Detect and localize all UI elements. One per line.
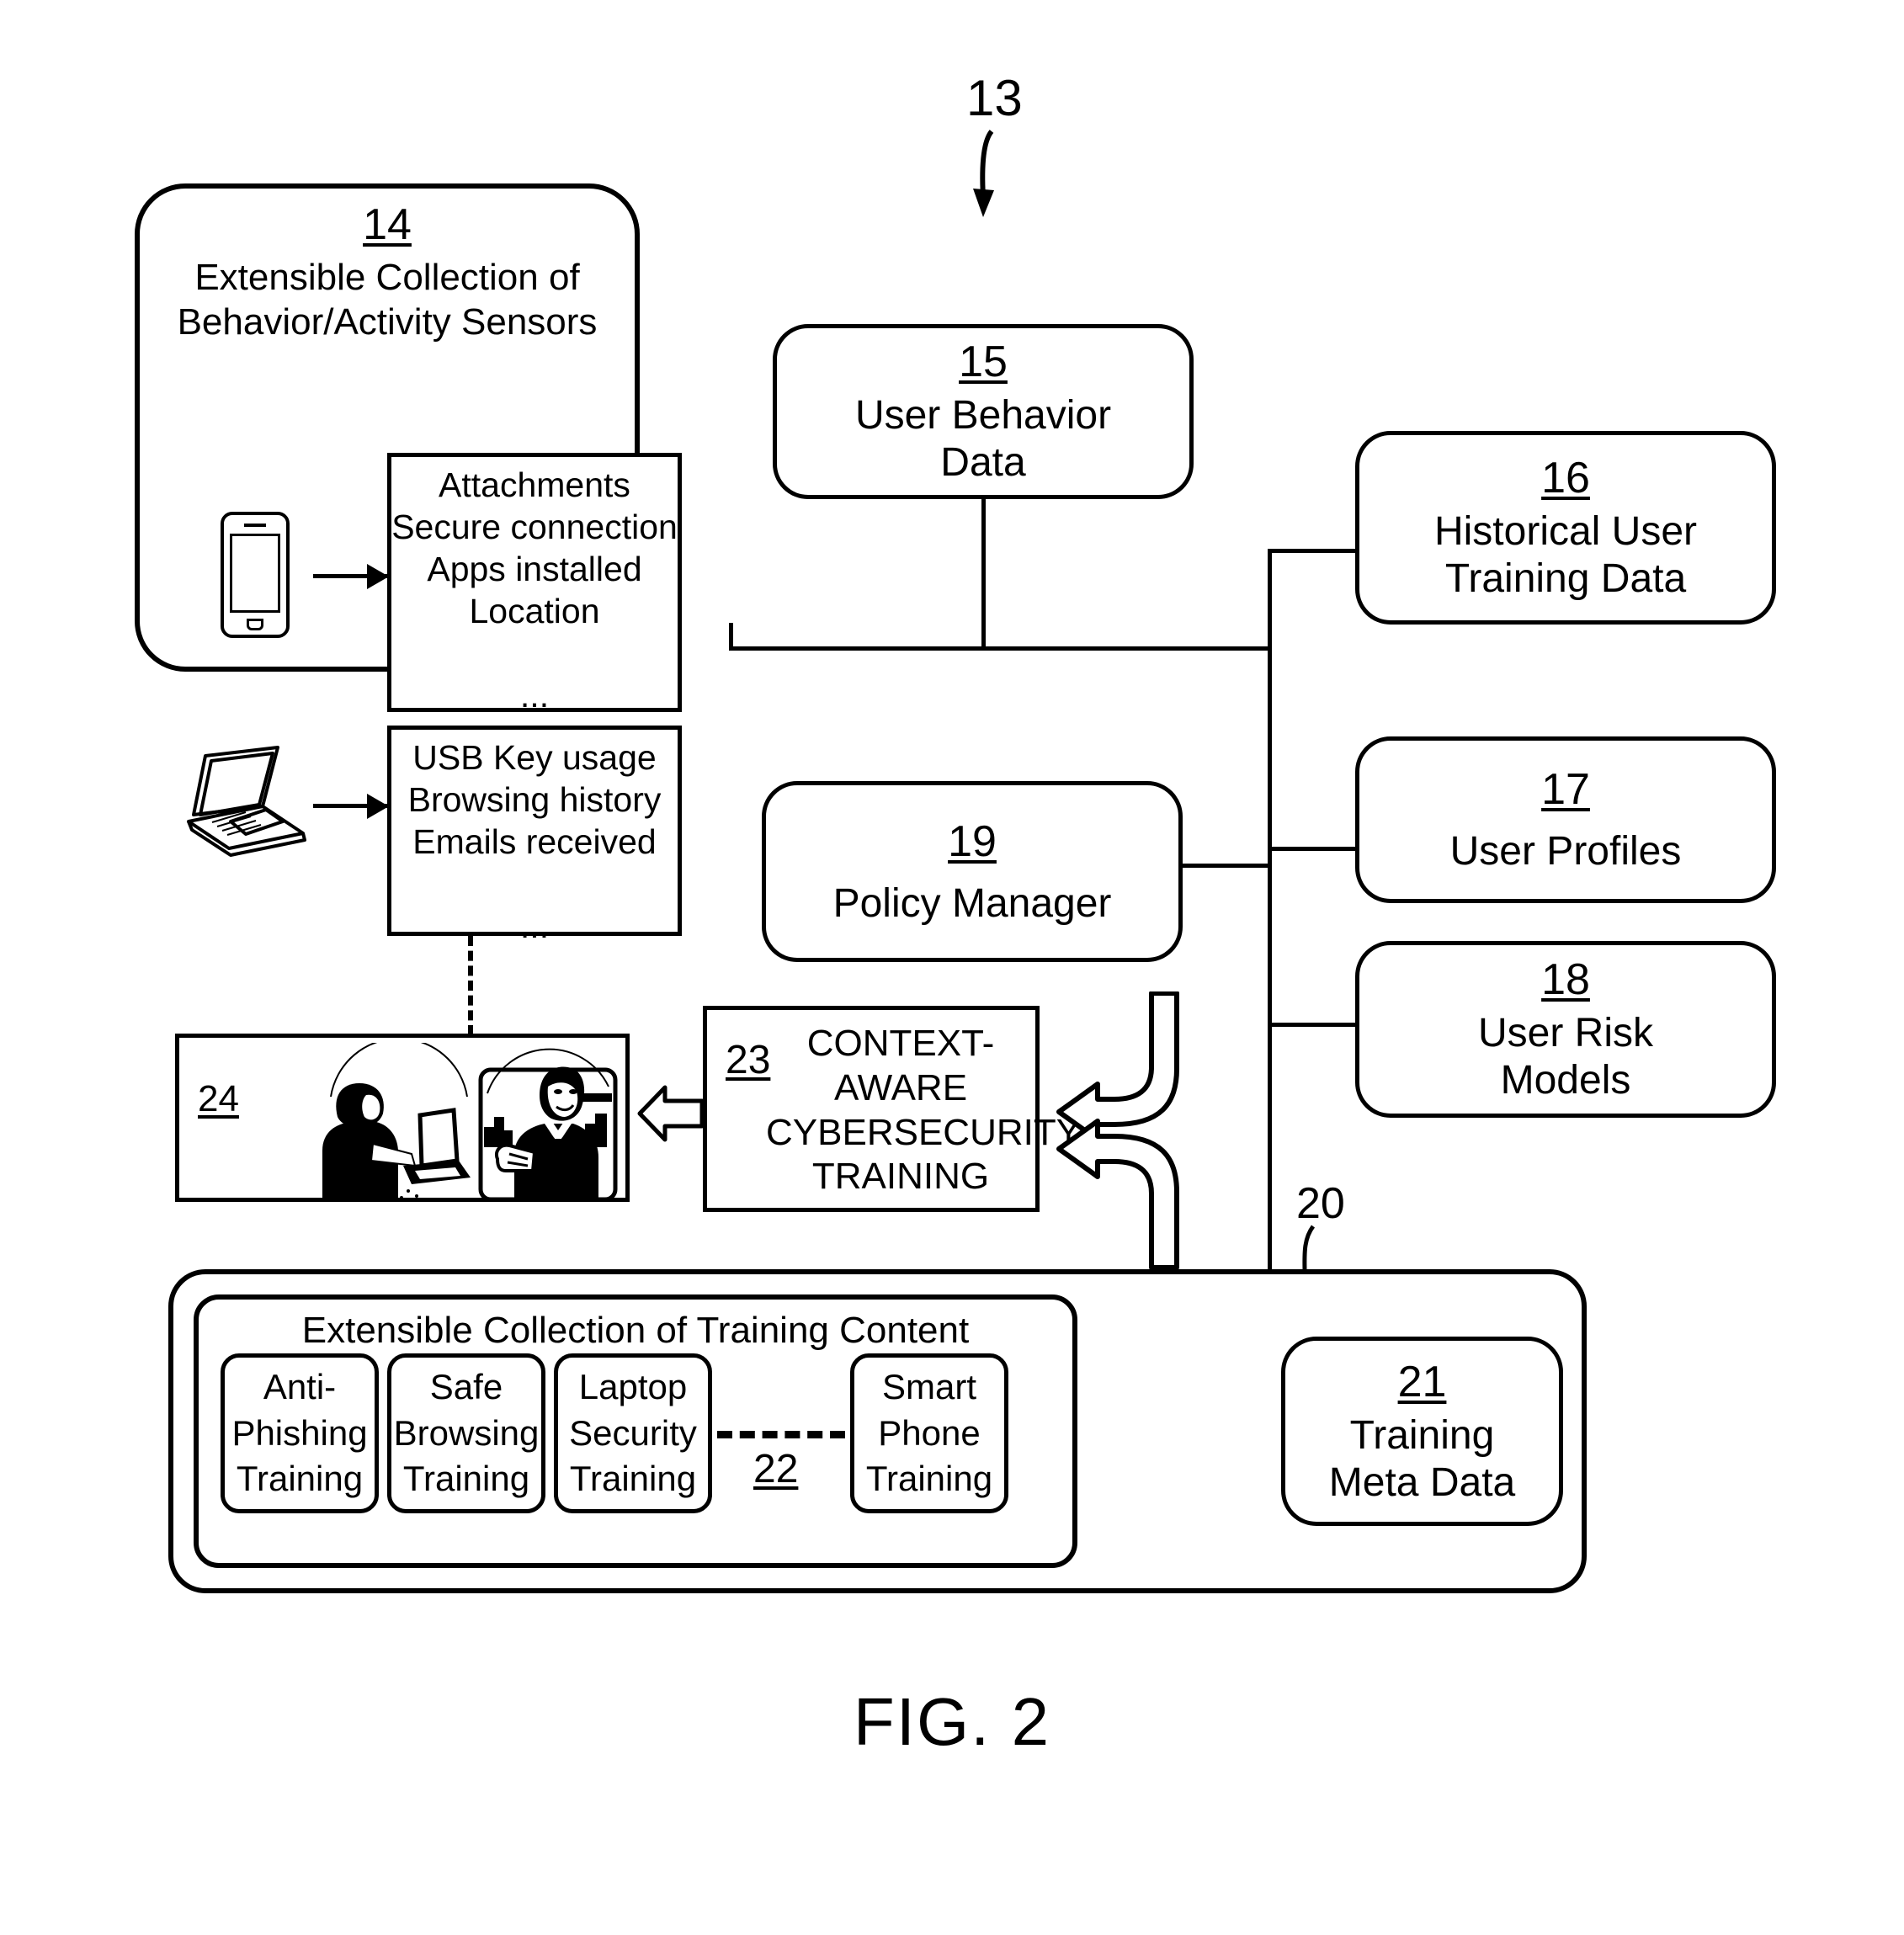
training-module-safe-browsing[interactable]: Safe Browsing Training (387, 1353, 545, 1513)
user-behavior-to-bus-line (981, 499, 986, 649)
bus-to-user-profiles-line (1268, 847, 1360, 851)
smartphone-speaker-icon (244, 524, 266, 527)
bus-to-historical-training-data-line (1268, 549, 1360, 553)
policy-manager-ref: 19 (948, 816, 997, 866)
training-meta-data-ref: 21 (1397, 1357, 1447, 1406)
laptop-sensor-list: USB Key usage Browsing history Emails re… (387, 726, 682, 945)
user-profiles-box: 17 User Profiles (1355, 736, 1776, 903)
phone-to-sensors-arrow-icon (313, 574, 387, 578)
policy-to-training-block-arrows-icon (1056, 991, 1179, 1269)
sensors-title: Extensible Collection of Behavior/Activi… (177, 257, 598, 343)
smartphone-home-button-icon (247, 619, 263, 630)
delivered-training-ref: 24 (198, 1078, 239, 1119)
system-reference-number: 13 (966, 70, 1023, 126)
training-module-anti-phishing[interactable]: Anti- Phishing Training (221, 1353, 379, 1513)
training-content-inner-title: Extensible Collection of Training Conten… (301, 1310, 970, 1351)
user-behavior-data-ref: 15 (959, 338, 1008, 387)
user-profiles-ref: 17 (1541, 765, 1590, 814)
context-aware-training-title: CONTEXT- AWARE CYBERSECURITY TRAINING (766, 1023, 1082, 1198)
laptop-icon (187, 746, 306, 857)
training-content-leader-icon (1302, 1225, 1316, 1273)
user-profiles-title: User Profiles (1449, 829, 1682, 874)
sensors-ref: 14 (363, 200, 412, 249)
main-vertical-bus-line (1268, 646, 1272, 1273)
policy-manager-to-bus-line (1178, 864, 1271, 868)
context-aware-training-box: 23 CONTEXT- AWARE CYBERSECURITY TRAINING (703, 1006, 1082, 1212)
smartphone-icon (221, 512, 290, 638)
figure-caption: FIG. 2 (853, 1684, 1051, 1759)
phone-sensor-list: Attachments Secure connection Apps insta… (387, 453, 682, 715)
user-behavior-data-box: 15 User Behavior Data (773, 324, 1194, 499)
historical-training-data-title: Historical User Training Data (1433, 509, 1698, 602)
policy-manager-box: 19 Policy Manager (762, 781, 1183, 962)
delivered-training-panel: 24 (175, 1034, 630, 1202)
patent-figure-canvas: 13 14 Extensible Collection of Behavior/… (0, 0, 1904, 1935)
training-modules-dashed-link (717, 1431, 845, 1438)
training-module-ref: 22 (753, 1447, 799, 1491)
bus-riser-line (1268, 549, 1272, 650)
sensors-header: 14 Extensible Collection of Behavior/Act… (135, 199, 640, 345)
laptop-to-sensors-arrow-icon (313, 804, 387, 808)
historical-training-data-box: 16 Historical User Training Data (1355, 431, 1776, 625)
historical-training-data-ref: 16 (1541, 454, 1590, 503)
user-risk-models-box: 18 User Risk Models (1355, 941, 1776, 1118)
training-meta-data-title: Training Meta Data (1328, 1412, 1516, 1505)
delivered-training-illustration (322, 1043, 618, 1198)
user-behavior-data-title: User Behavior Data (854, 393, 1112, 486)
sensors-to-delivered-training-dashed-link (468, 936, 473, 1035)
bus-to-user-risk-models-line (1268, 1023, 1360, 1027)
training-content-ref: 20 (1296, 1179, 1345, 1228)
training-delivery-arrow-icon (637, 1085, 704, 1142)
training-module-smart-phone[interactable]: Smart Phone Training (850, 1353, 1008, 1513)
user-risk-models-title: User Risk Models (1477, 1011, 1653, 1103)
user-risk-models-ref: 18 (1541, 955, 1590, 1005)
smartphone-screen (230, 534, 280, 613)
policy-manager-title: Policy Manager (832, 880, 1112, 926)
training-module-laptop-security[interactable]: Laptop Security Training (554, 1353, 712, 1513)
context-aware-training-ref: 23 (726, 1038, 771, 1082)
sensors-to-bus-line (729, 623, 733, 650)
training-meta-data-box: 21 Training Meta Data (1281, 1337, 1563, 1526)
system-leader-arrow-icon (973, 130, 994, 217)
main-horizontal-bus-line (729, 646, 1272, 651)
